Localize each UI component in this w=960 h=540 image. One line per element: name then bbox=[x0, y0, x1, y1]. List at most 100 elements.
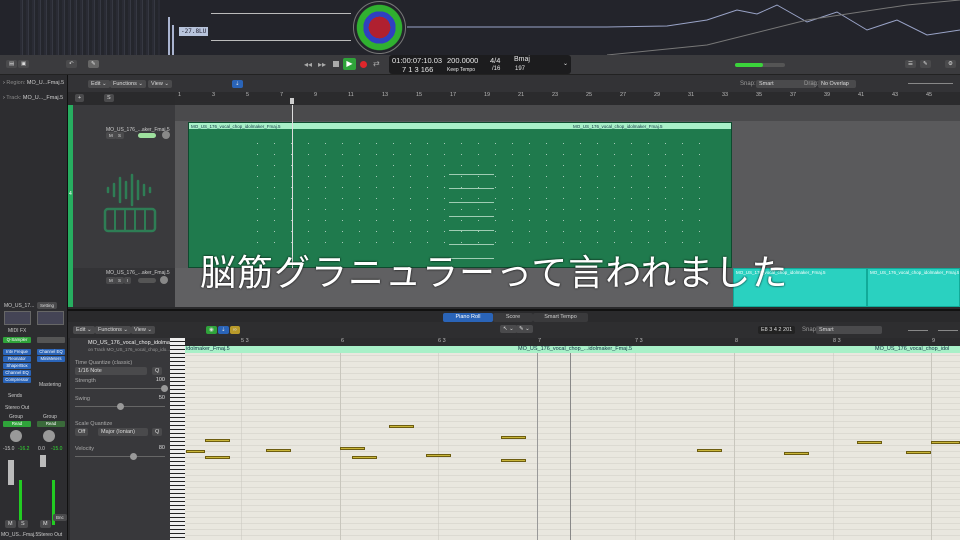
strip2-eq-thumbnail[interactable] bbox=[37, 311, 64, 325]
input-monitor-button[interactable]: I bbox=[124, 277, 132, 284]
swing-slider[interactable] bbox=[75, 403, 165, 410]
quantize-button[interactable]: Q bbox=[152, 367, 163, 375]
strip1-eq-thumbnail[interactable] bbox=[4, 311, 31, 325]
scale-quantize-button[interactable]: Q bbox=[152, 428, 163, 436]
bounce-button[interactable]: Bnc bbox=[53, 514, 67, 521]
midi-note[interactable] bbox=[205, 456, 230, 459]
track-volume-slider[interactable] bbox=[138, 278, 156, 283]
midi-note[interactable] bbox=[205, 439, 230, 442]
undo-button[interactable]: ↶ bbox=[66, 60, 77, 68]
track-inspector-header[interactable]: › Track: MO_U..._Fmaj.5 bbox=[3, 95, 63, 101]
piano-keyboard[interactable] bbox=[170, 338, 185, 540]
record-button[interactable] bbox=[360, 61, 367, 68]
group-slot[interactable]: Group bbox=[43, 414, 57, 420]
browser-button[interactable]: ⚙ bbox=[945, 60, 956, 68]
midi-note[interactable] bbox=[501, 459, 526, 462]
notes-button[interactable]: ✎ bbox=[920, 60, 931, 68]
drag-select[interactable]: No Overlap bbox=[818, 80, 856, 88]
tab-piano-roll[interactable]: Piano Roll bbox=[443, 313, 493, 322]
vertical-zoom-slider[interactable] bbox=[908, 330, 928, 331]
plugin-slot[interactable]: Intv Freque bbox=[3, 349, 31, 355]
global-solo-button[interactable]: S bbox=[104, 94, 114, 102]
strength-slider[interactable] bbox=[75, 385, 168, 392]
track-pan-knob[interactable] bbox=[162, 131, 170, 139]
midi-note[interactable] bbox=[389, 425, 414, 428]
pan-knob[interactable] bbox=[43, 430, 55, 442]
pan-knob[interactable] bbox=[10, 430, 22, 442]
tracks-view-menu[interactable]: View ⌄ bbox=[148, 80, 172, 88]
catch-button[interactable]: ⇣ bbox=[218, 326, 229, 334]
library-button[interactable]: ▤ bbox=[6, 60, 18, 68]
play-button[interactable]: ▶ bbox=[343, 58, 356, 70]
tracks-edit-menu[interactable]: Edit ⌄ bbox=[88, 80, 110, 88]
midi-note[interactable] bbox=[697, 449, 722, 452]
list-editor-button[interactable]: ☰ bbox=[905, 60, 916, 68]
volume-fader[interactable] bbox=[40, 455, 46, 467]
cycle-button[interactable]: ⇄ bbox=[373, 59, 380, 68]
stop-button[interactable] bbox=[333, 61, 339, 67]
editor-edit-menu[interactable]: Edit ⌄ bbox=[73, 326, 95, 334]
midi-note[interactable] bbox=[340, 447, 365, 450]
link-button[interactable]: ∞ bbox=[230, 326, 240, 334]
lcd-dropdown-icon[interactable]: ⌄ bbox=[563, 60, 568, 67]
output-slot[interactable]: Stereo Out bbox=[5, 405, 29, 411]
editor-functions-menu[interactable]: Functions ⌄ bbox=[95, 326, 131, 334]
master-volume-slider[interactable] bbox=[735, 63, 785, 67]
group-slot[interactable]: Group bbox=[9, 414, 23, 420]
playhead[interactable] bbox=[570, 353, 571, 540]
tab-smart-tempo[interactable]: Smart Tempo bbox=[533, 313, 588, 322]
strip2-setting-button[interactable]: Setting bbox=[37, 302, 58, 309]
midi-note[interactable] bbox=[352, 456, 377, 459]
solo-button[interactable]: S bbox=[115, 132, 125, 139]
midi-fx-slot[interactable]: MIDI FX bbox=[8, 328, 26, 334]
horizontal-zoom-slider[interactable] bbox=[938, 330, 958, 331]
mute-button[interactable]: M bbox=[40, 520, 51, 528]
sends-slot[interactable]: Sends bbox=[8, 393, 22, 399]
audio-region[interactable]: MO_US_176_vocal_chop_idolmaker_Fmaj.5 bbox=[867, 268, 960, 307]
editor-view-menu[interactable]: View ⌄ bbox=[131, 326, 155, 334]
track-header[interactable]: MO_US_176_...aker_Fmaj.5 M S I bbox=[68, 268, 175, 307]
solo-button[interactable]: S bbox=[18, 520, 28, 528]
midi-note[interactable] bbox=[906, 451, 931, 454]
add-track-button[interactable]: + bbox=[75, 94, 85, 102]
pointer-tool-menu[interactable]: ↖ ⌄ bbox=[500, 325, 517, 333]
track-name[interactable]: MO_US_176_...aker_Fmaj.5 bbox=[106, 270, 170, 276]
plugin-slot[interactable]: Reonator bbox=[3, 356, 31, 362]
midi-note[interactable] bbox=[857, 441, 882, 444]
midi-note[interactable] bbox=[266, 449, 291, 452]
piano-roll-ruler[interactable]: 5 366 377 388 39 bbox=[185, 338, 960, 346]
automation-mode[interactable]: Read bbox=[3, 421, 31, 427]
strip2-input-slot[interactable] bbox=[37, 337, 65, 343]
track-pan-knob[interactable] bbox=[160, 276, 168, 284]
plugin-slot[interactable]: Compressor bbox=[3, 377, 31, 383]
inspector-button[interactable]: ▣ bbox=[18, 60, 30, 68]
tab-score[interactable]: Score bbox=[493, 313, 533, 322]
plugin-slot[interactable]: Channel EQ bbox=[3, 370, 31, 376]
pencil-tool-button[interactable]: ✎ bbox=[88, 60, 99, 68]
midi-note[interactable] bbox=[784, 452, 809, 455]
forward-button[interactable]: ▸▸ bbox=[318, 60, 326, 69]
solo-button[interactable]: S bbox=[115, 277, 125, 284]
plugin-slot[interactable]: Channel EQ bbox=[37, 349, 65, 355]
editor-snap-select[interactable]: Smart bbox=[816, 326, 882, 334]
plugin-slot[interactable]: MiniMeters bbox=[37, 356, 65, 362]
piano-roll-grid[interactable]: 5 366 377 388 39 idolmaker_Fmaj.5 MO_US_… bbox=[185, 338, 960, 540]
volume-fader[interactable] bbox=[8, 460, 14, 485]
vertical-zoom-slider[interactable] bbox=[908, 83, 953, 84]
track-volume-slider[interactable] bbox=[138, 133, 156, 138]
plugin-slot[interactable]: ShaperBox bbox=[3, 363, 31, 369]
piano-roll-region-bar[interactable]: idolmaker_Fmaj.5 MO_US_176_vocal_chop_..… bbox=[185, 346, 960, 353]
midi-note[interactable] bbox=[501, 436, 526, 439]
midi-note[interactable] bbox=[186, 450, 205, 453]
automation-mode[interactable]: Read bbox=[37, 421, 65, 427]
midi-note[interactable] bbox=[426, 454, 451, 457]
scale-quantize-toggle[interactable]: Off bbox=[75, 428, 89, 436]
velocity-slider[interactable] bbox=[75, 453, 165, 460]
region-inspector-header[interactable]: › Region: MO_U...Fmaj.5 bbox=[3, 80, 64, 86]
scale-select[interactable]: Major (Ionian) bbox=[98, 428, 148, 436]
time-quantize-select[interactable]: 1/16 Note bbox=[75, 367, 147, 375]
lcd-display[interactable]: 01:00:07:10.03 7 1 3 166 200.0000 Keep T… bbox=[389, 55, 571, 74]
tracks-functions-menu[interactable]: Functions ⌄ bbox=[110, 80, 146, 88]
pencil-tool-menu[interactable]: ✎ ⌄ bbox=[516, 325, 533, 333]
catch-playhead-button[interactable]: ⇣ bbox=[232, 80, 243, 88]
